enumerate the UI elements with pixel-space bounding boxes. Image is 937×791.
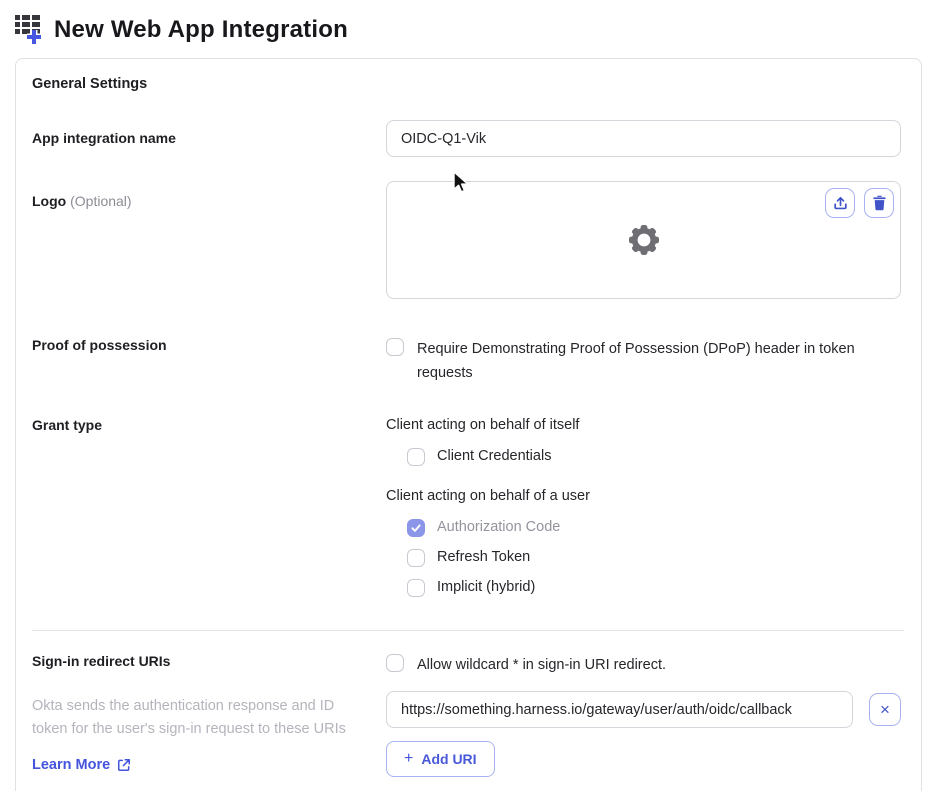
dpop-checkbox[interactable] [386,338,404,356]
checkmark-icon [411,523,421,532]
signin-redirect-row: Sign-in redirect URIs Okta sends the aut… [16,653,921,777]
grant-option-implicit-hybrid: Implicit (hybrid) [386,575,901,599]
grant-type-label: Grant type [32,417,103,433]
redirect-uri-input[interactable] [386,691,853,728]
grant-type-label-col: Grant type [32,417,386,605]
grant-option-refresh-token: Refresh Token [386,545,901,569]
logo-dropzone[interactable] [386,181,901,299]
delete-logo-button[interactable] [864,188,894,218]
section-title: General Settings [32,76,148,92]
refresh-token-label: Refresh Token [437,549,531,565]
app-name-input[interactable] [386,120,901,157]
app-name-label: App integration name [32,130,176,146]
trash-icon [872,195,886,211]
proof-label-col: Proof of possession [32,337,386,385]
external-link-icon [118,758,131,772]
grant-option-client-credentials: Client Credentials [386,444,901,468]
client-credentials-checkbox[interactable] [407,447,425,466]
client-credentials-label: Client Credentials [437,448,552,464]
gear-placeholder-icon [628,225,659,255]
app-name-label-col: App integration name [32,120,386,157]
uri-row: × [386,691,901,728]
upload-icon [833,196,847,209]
logo-label: Logo (Optional) [32,193,132,209]
proof-row: Proof of possession Require Demonstratin… [16,337,921,385]
grant-group2-title: Client acting on behalf of a user [386,488,590,504]
app-name-row: App integration name [16,120,921,157]
implicit-hybrid-label: Implicit (hybrid) [437,579,536,595]
logo-row: Logo (Optional) [16,181,921,299]
refresh-token-checkbox[interactable] [407,548,425,567]
section-divider [32,630,904,631]
add-uri-button[interactable]: + Add URI [386,741,495,777]
wildcard-checkbox-label: Allow wildcard * in sign-in URI redirect… [417,657,666,673]
general-settings-card: General Settings App integration name Lo… [15,58,922,791]
app-grid-plus-icon [15,15,41,44]
plus-icon: + [404,750,414,767]
grant-option-authorization-code: Authorization Code [386,515,901,539]
authorization-code-label: Authorization Code [437,519,561,535]
signin-label-col: Sign-in redirect URIs Okta sends the aut… [32,653,386,777]
close-icon: × [880,700,890,719]
upload-logo-button[interactable] [825,188,855,218]
wildcard-check-row: Allow wildcard * in sign-in URI redirect… [386,653,901,677]
page-header: New Web App Integration [0,0,937,58]
remove-uri-button[interactable]: × [869,693,901,726]
signin-help-text: Okta sends the authentication response a… [32,698,346,737]
authorization-code-checkbox[interactable] [407,518,425,537]
add-uri-label: Add URI [421,751,477,767]
logo-label-col: Logo (Optional) [32,181,386,299]
logo-optional-label: (Optional) [70,193,132,209]
wildcard-checkbox[interactable] [386,654,404,672]
learn-more-label: Learn More [32,757,111,773]
signin-redirect-label: Sign-in redirect URIs [32,653,171,669]
page-title: New Web App Integration [54,16,348,43]
grant-group1-title: Client acting on behalf of itself [386,417,580,433]
dpop-checkbox-label: Require Demonstrating Proof of Possessio… [417,341,855,381]
learn-more-link[interactable]: Learn More [32,757,386,773]
dpop-check-row: Require Demonstrating Proof of Possessio… [386,337,901,385]
proof-label: Proof of possession [32,337,167,353]
implicit-hybrid-checkbox[interactable] [407,578,425,597]
grant-type-row: Grant type Client acting on behalf of it… [16,417,921,605]
